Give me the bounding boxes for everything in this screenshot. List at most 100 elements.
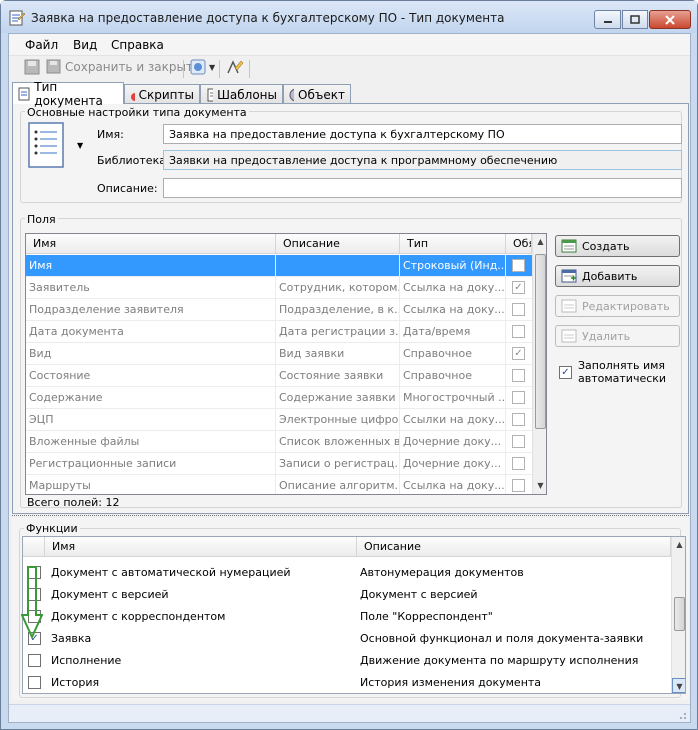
library-field[interactable]: Заявки на предоставление доступа к прогр… xyxy=(163,150,682,170)
table-cell-desc: Вид заявки xyxy=(276,343,400,365)
functions-table[interactable]: Имя Описание Документ с автоматической н… xyxy=(22,536,686,694)
fields-table-header: Имя Описание Тип Обя xyxy=(26,234,532,254)
maximize-icon xyxy=(630,14,640,24)
fields-scrollbar[interactable]: ▲ ▼ xyxy=(532,234,546,494)
create-icon xyxy=(561,239,577,253)
function-checkbox[interactable] xyxy=(28,676,41,689)
edit-button[interactable]: Редактировать xyxy=(555,295,680,317)
table-cell-desc: Сотрудник, котором... xyxy=(276,277,400,299)
tab-object[interactable]: Объект xyxy=(283,84,351,104)
resize-grip-icon[interactable] xyxy=(676,709,687,720)
column-header-name[interactable]: Имя xyxy=(26,234,276,254)
toolbar-separator xyxy=(249,60,250,78)
add-button[interactable]: Добавить xyxy=(555,265,680,287)
object-icon xyxy=(289,88,295,101)
table-row[interactable]: Заявитель Сотрудник, котором... Ссылка на … xyxy=(26,277,532,299)
column-header-description[interactable]: Описание xyxy=(357,537,671,557)
column-header-description[interactable]: Описание xyxy=(276,234,400,254)
toolbar: Сохранить и закрыть ▼ xyxy=(9,56,690,82)
required-checkbox[interactable] xyxy=(512,435,525,448)
table-cell-desc: Список вложенных в... xyxy=(276,431,400,453)
green-arrow-icon xyxy=(21,566,43,639)
required-checkbox[interactable] xyxy=(512,325,525,338)
menu-file[interactable]: Файл xyxy=(25,38,58,52)
templates-icon xyxy=(207,88,214,101)
save-close-button[interactable]: Сохранить и закрыть xyxy=(46,59,200,75)
scroll-thumb[interactable] xyxy=(674,597,685,631)
required-checkbox[interactable] xyxy=(512,303,525,316)
table-row[interactable]: Состояние Состояние заявки Справочное xyxy=(26,365,532,387)
name-label: Имя: xyxy=(97,128,124,141)
required-checkbox[interactable] xyxy=(512,259,525,272)
name-field[interactable]: Заявка на предоставление доступа к бухга… xyxy=(163,124,682,144)
table-row[interactable]: Дата документа Дата регистрации з... Дата/… xyxy=(26,321,532,343)
auto-name-label: Заполнять имя автоматически xyxy=(578,359,667,385)
table-cell-name: Имя xyxy=(26,255,276,277)
table-cell-desc: Состояние заявки xyxy=(276,365,400,387)
scroll-up-icon[interactable]: ▲ xyxy=(533,234,546,249)
list-item[interactable]: Документ с автоматической нумерацией Авто… xyxy=(23,562,671,584)
function-name: Документ с автоматической нумерацией xyxy=(51,566,291,579)
table-row[interactable]: Имя Строковый (Инд... xyxy=(26,255,532,277)
scroll-down-icon[interactable]: ▼ xyxy=(672,678,685,693)
menu-help[interactable]: Справка xyxy=(111,38,164,52)
tab-scripts[interactable]: Скрипты xyxy=(124,84,200,104)
view-dropdown-button[interactable]: ▼ xyxy=(190,59,215,75)
create-button[interactable]: Создать xyxy=(555,235,680,257)
doctype-icon-picker[interactable]: ▼ xyxy=(25,121,87,177)
required-checkbox[interactable]: ✓ xyxy=(512,281,525,294)
column-header-required[interactable]: Обя xyxy=(506,234,532,254)
delete-label: Удалить xyxy=(582,329,631,343)
table-row[interactable]: ЭЦП Электронные цифро... Ссылки на доку... xyxy=(26,409,532,431)
table-cell-name: Заявитель xyxy=(26,277,276,299)
list-item[interactable]: Документ с версией Документ с версией xyxy=(23,584,671,606)
menu-view[interactable]: Вид xyxy=(73,38,97,52)
panel-splitter[interactable] xyxy=(12,515,689,517)
function-checkbox[interactable] xyxy=(28,654,41,667)
table-row[interactable]: Подразделение заявителя Подразделение, в … xyxy=(26,299,532,321)
functions-scrollbar[interactable]: ▲ ▼ xyxy=(671,537,685,693)
table-row[interactable]: Содержание Содержание заявки Многострочный… xyxy=(26,387,532,409)
table-row[interactable]: Регистрационные записи Записи о регистрац… xyxy=(26,453,532,475)
document-icon xyxy=(28,122,64,168)
close-button[interactable] xyxy=(649,10,691,29)
table-cell-name: ЭЦП xyxy=(26,409,276,431)
fields-table[interactable]: Имя Описание Тип Обя Имя Строковый (Инд..… xyxy=(25,233,547,495)
description-field[interactable] xyxy=(163,178,682,198)
column-header-name[interactable]: Имя xyxy=(45,537,357,557)
required-checkbox[interactable] xyxy=(512,413,525,426)
title-bar[interactable]: Заявка на предоставление доступа к бухга… xyxy=(1,1,697,33)
delete-button[interactable]: Удалить xyxy=(555,325,680,347)
table-cell-name: Регистрационные записи xyxy=(26,453,276,475)
column-header-type[interactable]: Тип xyxy=(400,234,506,254)
required-checkbox[interactable]: ✓ xyxy=(512,347,525,360)
table-cell-type: Ссылки на доку... xyxy=(400,409,506,431)
tab-doctype[interactable]: Тип документа xyxy=(12,80,124,108)
tab-templates[interactable]: Шаблоны xyxy=(200,84,283,104)
scroll-thumb[interactable] xyxy=(535,254,546,429)
spell-check-icon xyxy=(227,60,244,74)
save-button[interactable] xyxy=(24,59,40,75)
delete-icon xyxy=(561,329,577,343)
required-checkbox[interactable] xyxy=(512,369,525,382)
auto-name-checkbox[interactable]: ✓ xyxy=(559,366,572,379)
list-item[interactable]: Исполнение Движение документа по маршруту… xyxy=(23,650,671,672)
scroll-up-icon[interactable]: ▲ xyxy=(672,537,685,552)
function-description: Документ с версией xyxy=(360,588,478,601)
table-row[interactable]: Вложенные файлы Список вложенных в... Доче… xyxy=(26,431,532,453)
table-row[interactable]: Вид Вид заявки Справочное ✓ xyxy=(26,343,532,365)
maximize-button[interactable] xyxy=(622,10,648,29)
required-checkbox[interactable] xyxy=(512,391,525,404)
spell-check-button[interactable] xyxy=(226,59,244,75)
required-checkbox[interactable] xyxy=(512,479,525,492)
table-row[interactable]: Маршруты Описание алгоритм... Ссылка на до… xyxy=(26,475,532,494)
required-checkbox[interactable] xyxy=(512,457,525,470)
app-icon xyxy=(9,10,25,26)
minimize-button[interactable] xyxy=(594,10,621,29)
list-item[interactable]: История История изменения документа xyxy=(23,672,671,693)
list-item[interactable]: ✓ Заявка Основной функционал и поля докуме… xyxy=(23,628,671,650)
scroll-down-icon[interactable]: ▼ xyxy=(533,478,546,493)
function-description: Автонумерация документов xyxy=(360,566,524,579)
list-item[interactable]: Документ с корреспондентом Поле "Корреспо… xyxy=(23,606,671,628)
table-cell-desc: Записи о регистрац... xyxy=(276,453,400,475)
